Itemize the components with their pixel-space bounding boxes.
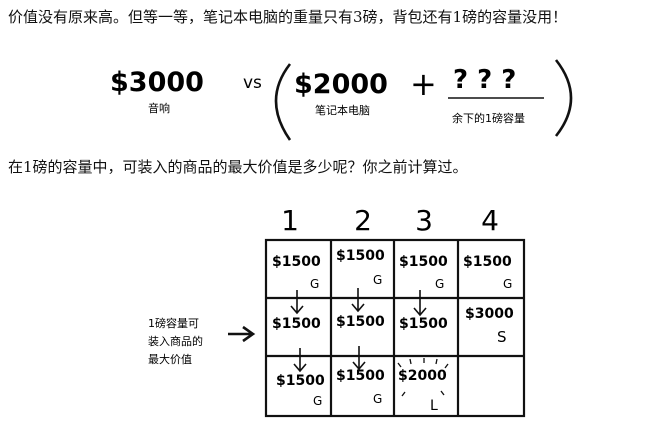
unknown-caption: 余下的1磅容量 [452,111,525,125]
cell-item: G [310,277,319,291]
cell-item: S [497,328,507,346]
stereo-caption: 音响 [148,101,170,115]
laptop-caption: 笔记本电脑 [315,103,370,117]
cell-value: $1500 [399,254,448,270]
cell-value: $1500 [399,316,448,332]
right-paren [554,59,573,137]
cell-item: L [430,398,438,414]
cell-value: $1500 [272,316,321,332]
grid-figure: 1 2 3 4 $1500 G $1500 G $1500 G $1500 G … [148,204,526,418]
cell-value: $1500 [336,248,385,264]
annotation-line: 最大价值 [148,352,192,366]
left-paren [274,63,292,141]
annotation-line: 1磅容量可 [148,316,199,330]
column-header: 1 [281,204,299,237]
cell-value: $1500 [272,254,321,270]
cell-item: G [503,277,512,291]
cell-value: $1500 [336,314,385,330]
paragraph-intro: 价值没有原来高。但等一等，笔记本电脑的重量只有3磅，背包还有1磅的容量没用！ [8,8,568,26]
equation-figure: $3000 音响 vs $2000 笔记本电脑 + ? ? ? 余下的1磅容量 [110,59,573,141]
cell-item: G [373,273,382,287]
paragraph-question: 在1磅的容量中，可装入的商品的最大价值是多少呢？你之前计算过。 [8,158,468,176]
vs-label: vs [243,73,262,93]
stereo-value: $3000 [110,67,204,98]
column-header: 2 [354,204,372,237]
laptop-value: $2000 [294,69,388,100]
unknown-value: ? ? ? [453,65,516,95]
cell-value: $1500 [336,368,385,384]
cell-value: $3000 [465,306,514,322]
column-header: 4 [481,204,499,237]
cell-value-highlight: $2000 [398,368,447,384]
annotation-arrow [228,325,256,343]
cell-item: G [435,277,444,291]
cell-item: G [373,392,382,406]
cell-item: G [313,394,322,408]
column-header: 3 [415,204,433,237]
cell-value: $1500 [463,254,512,270]
annotation-line: 装入商品的 [148,334,203,348]
plus-sign: + [410,65,437,103]
cell-value: $1500 [276,373,325,389]
down-arrows-row1 [290,288,427,317]
